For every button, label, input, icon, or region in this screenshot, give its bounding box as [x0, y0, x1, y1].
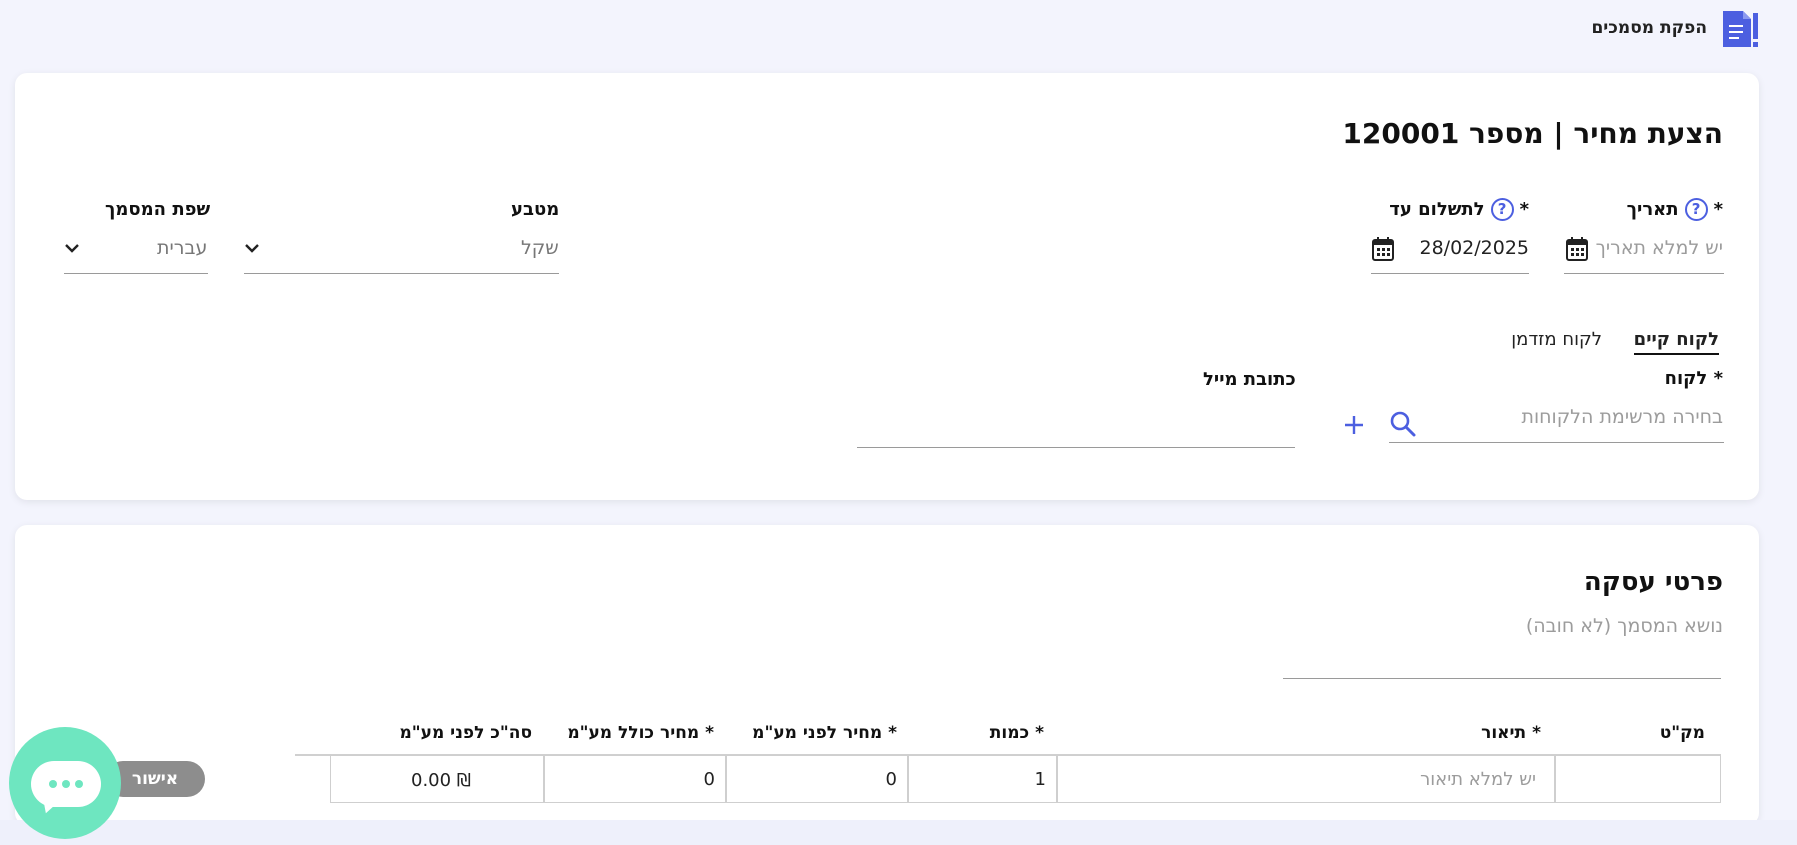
- chevron-down-icon[interactable]: [64, 242, 80, 254]
- due-date-underline: [1371, 273, 1529, 274]
- description-input[interactable]: יש למלא תיאור: [1420, 769, 1536, 790]
- column-header-price-with-vat: מחיר כולל מע"מ *: [567, 723, 714, 743]
- tab-existing-customer[interactable]: לקוח קיים: [1633, 329, 1719, 355]
- email-underline: [857, 447, 1295, 448]
- date-input[interactable]: יש למלא תאריך: [1596, 237, 1723, 259]
- column-header-description: תיאור *: [1481, 723, 1541, 743]
- chat-dot: [62, 780, 70, 788]
- chat-widget-button[interactable]: [9, 727, 121, 839]
- footer-strip: [0, 820, 1797, 845]
- chat-dot: [75, 780, 83, 788]
- total-before-vat-cell: 0.00 ₪: [330, 755, 544, 803]
- price-with-vat-input[interactable]: 0: [704, 769, 715, 790]
- help-icon[interactable]: ?: [1684, 198, 1708, 221]
- subject-underline: [1283, 678, 1721, 679]
- tab-walk-in-customer[interactable]: לקוח מזדמן: [1511, 329, 1602, 350]
- currency-select[interactable]: שקל: [521, 237, 559, 259]
- deal-title: פרטי עסקה: [1583, 567, 1723, 597]
- price-with-vat-cell[interactable]: 0: [544, 755, 726, 803]
- price-before-vat-input[interactable]: 0: [886, 769, 897, 790]
- currency-underline: [244, 273, 559, 274]
- currency-label: מטבע: [511, 199, 560, 220]
- description-cell[interactable]: יש למלא תיאור: [1057, 755, 1555, 803]
- date-label-row: תאריך ? *: [1627, 198, 1723, 221]
- column-header-price-before-vat: מחיר לפני מע"מ *: [752, 723, 897, 743]
- language-label: שפת המסמך: [105, 199, 211, 220]
- email-label: כתובת מייל: [1203, 369, 1296, 390]
- customer-label: לקוח *: [1664, 368, 1723, 389]
- language-select[interactable]: עברית: [157, 237, 207, 259]
- due-date-label: לתשלום עד: [1389, 199, 1485, 220]
- document-details-card: הצעת מחיר | מספר 120001 תאריך ? * יש למל…: [15, 73, 1759, 500]
- due-date-input[interactable]: 28/02/2025: [1419, 237, 1529, 259]
- calendar-icon[interactable]: [1371, 236, 1395, 262]
- customer-underline: [1389, 442, 1724, 443]
- due-date-label-row: לתשלום עד ? *: [1389, 198, 1529, 221]
- language-underline: [64, 273, 208, 274]
- help-icon[interactable]: ?: [1490, 198, 1514, 221]
- deal-details-card: פרטי עסקה נושא המסמך (לא חובה) מק"ט תיאו…: [15, 525, 1759, 825]
- document-title: הצעת מחיר | מספר 120001: [1342, 117, 1723, 150]
- date-underline: [1564, 273, 1724, 274]
- quantity-cell[interactable]: 1: [908, 755, 1057, 803]
- column-header-total-before-vat: סה"כ לפני מע"מ: [399, 723, 532, 743]
- column-header-sku: מק"ט: [1659, 723, 1705, 743]
- quantity-input[interactable]: 1: [1035, 769, 1046, 790]
- app-title: הפקת מסמכים: [1591, 18, 1707, 38]
- subject-input[interactable]: נושא המסמך (לא חובה): [1526, 615, 1723, 637]
- date-label: תאריך: [1626, 199, 1679, 220]
- document-icon: [1723, 11, 1758, 47]
- chat-icon: [31, 761, 101, 807]
- required-mark: *: [1713, 199, 1723, 220]
- calendar-icon[interactable]: [1565, 236, 1589, 262]
- sku-cell[interactable]: [1555, 755, 1721, 803]
- column-header-quantity: כמות *: [989, 723, 1044, 743]
- customer-search-input[interactable]: בחירה מרשימת הלקוחות: [1521, 406, 1723, 428]
- chat-dot: [49, 780, 57, 788]
- chevron-down-icon[interactable]: [244, 242, 260, 254]
- app-header: הפקת מסמכים: [1591, 6, 1759, 50]
- search-icon[interactable]: [1389, 410, 1417, 438]
- total-before-vat-value: 0.00 ₪: [411, 770, 471, 791]
- price-before-vat-cell[interactable]: 0: [726, 755, 908, 803]
- add-customer-icon[interactable]: [1343, 414, 1365, 436]
- required-mark: *: [1519, 199, 1529, 220]
